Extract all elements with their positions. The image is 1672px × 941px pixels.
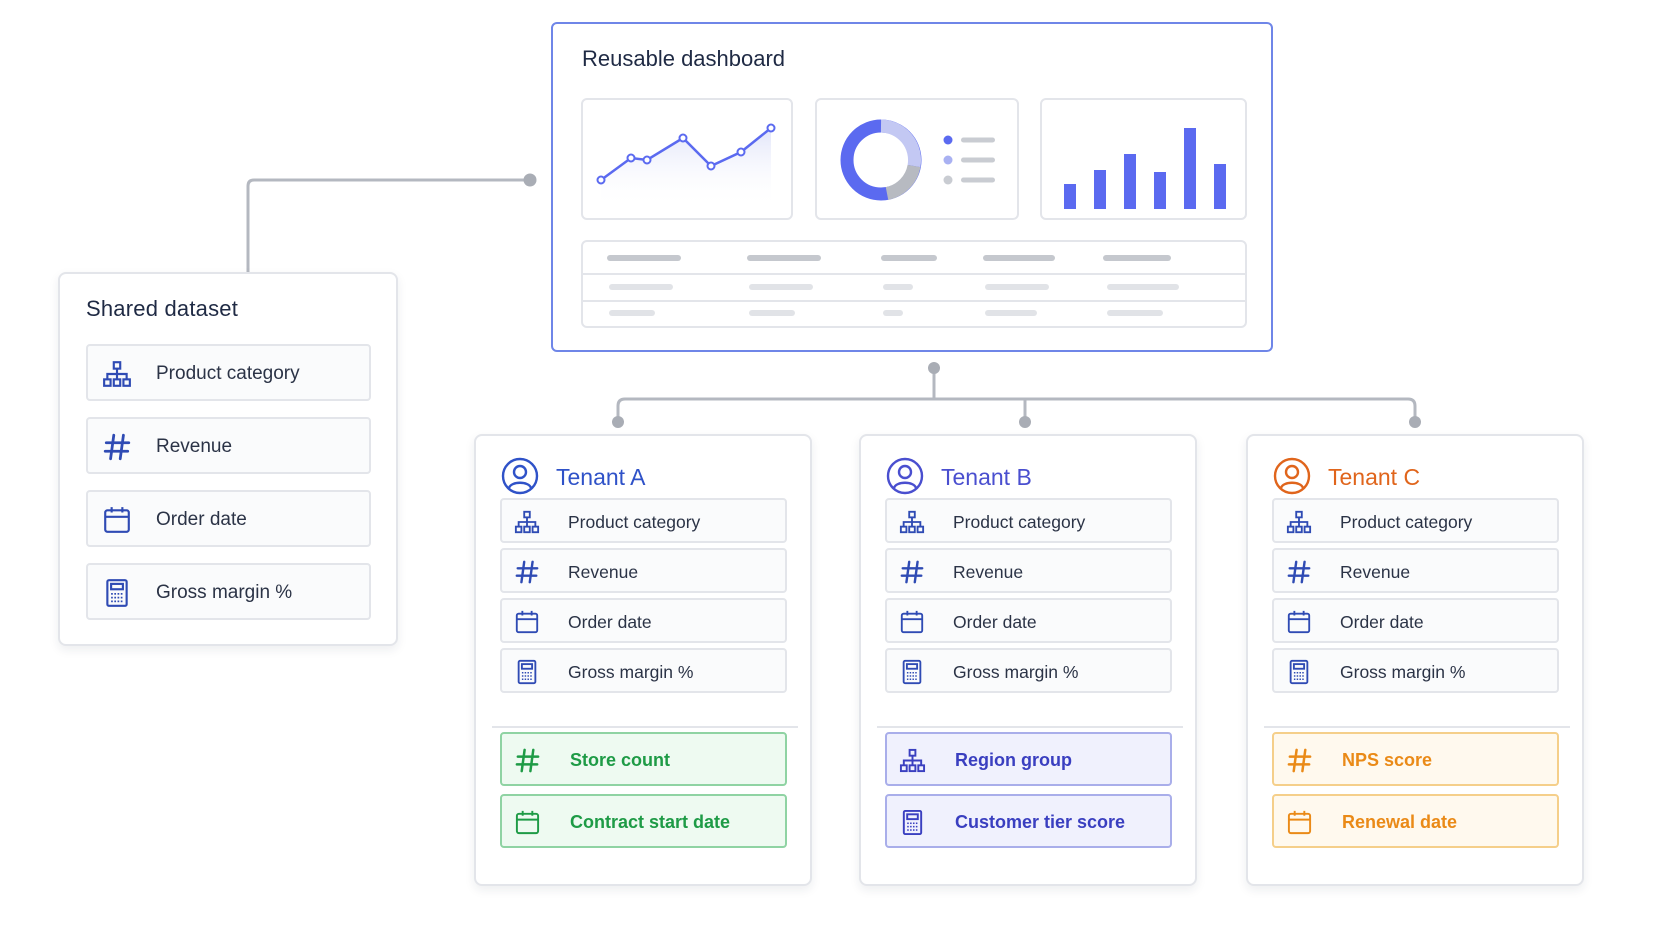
field-label: Order date [1340, 612, 1424, 632]
tenant-name: Tenant A [556, 464, 646, 490]
field-label: Product category [568, 512, 701, 532]
tenant-field: Gross margin % [500, 648, 787, 693]
field-label: Product category [156, 363, 300, 384]
tenant-name: Tenant B [941, 464, 1032, 490]
tenant-field: Order date [500, 598, 787, 643]
tenant-extra-field: Region group [885, 732, 1172, 786]
tenant-field: Revenue [1272, 548, 1559, 593]
table-icon [583, 255, 1245, 316]
calendar-icon [514, 809, 541, 836]
tenant-name: Tenant C [1328, 464, 1421, 490]
line-chart-icon [596, 123, 776, 208]
user-icon [885, 456, 925, 496]
section-divider [877, 726, 1183, 728]
hierarchy-icon [899, 509, 925, 535]
calendar-icon [514, 609, 540, 635]
calculator-icon [1286, 659, 1312, 685]
hierarchy-icon [1286, 509, 1312, 535]
field-label: Order date [953, 612, 1037, 632]
donut-chart-thumbnail [815, 98, 1019, 220]
tenant-field: Gross margin % [1272, 648, 1559, 693]
calculator-icon [102, 578, 132, 608]
hierarchy-icon [899, 747, 926, 774]
extra-field-label: Contract start date [570, 812, 731, 832]
hierarchy-icon [102, 359, 132, 389]
extra-field-label: Region group [955, 750, 1072, 770]
calculator-icon [899, 659, 925, 685]
field-label: Product category [953, 512, 1086, 532]
donut-chart-icon [840, 119, 995, 201]
shared-field-order-date: Order date [86, 490, 371, 547]
extra-field-label: NPS score [1342, 750, 1433, 770]
section-divider [1264, 726, 1570, 728]
extra-field-label: Store count [570, 750, 671, 770]
tenant-field: Revenue [500, 548, 787, 593]
hash-icon [514, 559, 540, 585]
hash-icon [899, 559, 925, 585]
tenant-extra-field: Store count [500, 732, 787, 786]
field-label: Gross margin % [156, 582, 293, 603]
calculator-icon [899, 809, 926, 836]
line-chart-thumbnail [581, 98, 793, 220]
field-label: Revenue [1340, 562, 1411, 582]
tenant-field: Gross margin % [885, 648, 1172, 693]
hierarchy-icon [514, 509, 540, 535]
calendar-icon [1286, 809, 1313, 836]
shared-dataset-card: Shared dataset Product category Revenue … [58, 272, 398, 646]
tenant-c-card: Tenant C Product category Revenue Order dat… [1246, 434, 1584, 886]
user-icon [1272, 456, 1312, 496]
calendar-icon [899, 609, 925, 635]
calculator-icon [514, 659, 540, 685]
calendar-icon [1286, 609, 1312, 635]
field-label: Revenue [953, 562, 1024, 582]
tenant-extra-field: Customer tier score [885, 794, 1172, 848]
field-label: Revenue [156, 436, 233, 457]
tenant-extra-field: Renewal date [1272, 794, 1559, 848]
table-thumbnail [581, 240, 1247, 328]
field-label: Order date [568, 612, 652, 632]
hash-icon [514, 747, 541, 774]
field-label: Product category [1340, 512, 1473, 532]
bar-chart-icon [1064, 128, 1226, 209]
dashboard-title: Reusable dashboard [582, 46, 786, 71]
tenant-field: Product category [885, 498, 1172, 543]
shared-dataset-title: Shared dataset [86, 296, 239, 321]
tenant-extra-field: NPS score [1272, 732, 1559, 786]
hash-icon [102, 432, 132, 462]
tenant-field: Order date [885, 598, 1172, 643]
section-divider [492, 726, 798, 728]
shared-field-revenue: Revenue [86, 417, 371, 474]
bar-chart-thumbnail [1040, 98, 1247, 220]
tenant-b-card: Tenant B Product category Revenue Order dat… [859, 434, 1197, 886]
extra-field-label: Renewal date [1342, 812, 1458, 832]
field-label: Revenue [568, 562, 639, 582]
user-icon [500, 456, 540, 496]
calendar-icon [102, 505, 132, 535]
tenant-field: Revenue [885, 548, 1172, 593]
extra-field-label: Customer tier score [955, 812, 1126, 832]
field-label: Order date [156, 509, 247, 530]
tenant-a-card: Tenant A Product category Revenue Order dat… [474, 434, 812, 886]
field-label: Gross margin % [1340, 662, 1466, 682]
shared-field-gross-margin: Gross margin % [86, 563, 371, 620]
reusable-dashboard-card: Reusable dashboard [551, 22, 1273, 352]
tenant-field: Product category [500, 498, 787, 543]
tenant-field: Product category [1272, 498, 1559, 543]
tenant-field: Order date [1272, 598, 1559, 643]
shared-field-product-category: Product category [86, 344, 371, 401]
field-label: Gross margin % [953, 662, 1079, 682]
tenant-extra-field: Contract start date [500, 794, 787, 848]
hash-icon [1286, 559, 1312, 585]
hash-icon [1286, 747, 1313, 774]
field-label: Gross margin % [568, 662, 694, 682]
